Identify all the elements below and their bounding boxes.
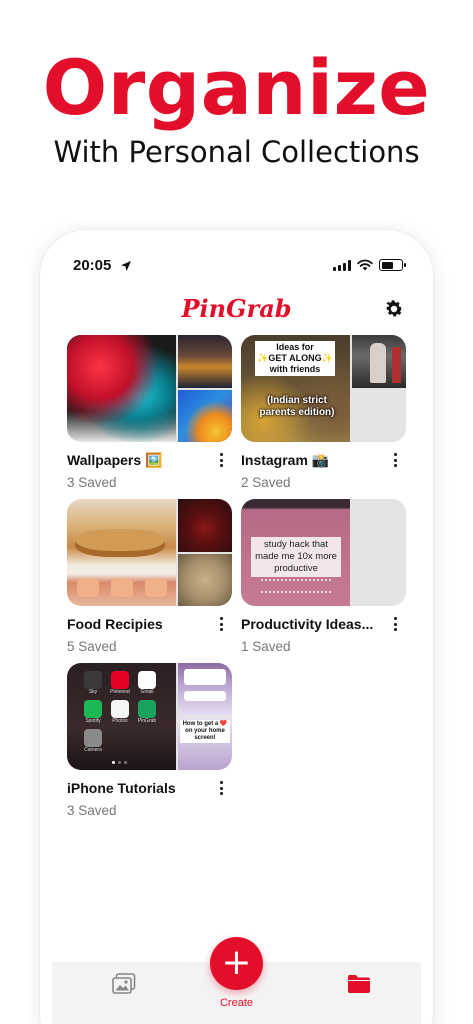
app-icon: PinGrab xyxy=(135,700,159,725)
app-icon: Spotify xyxy=(81,700,105,725)
empty-thumbnail-slot xyxy=(352,499,406,552)
empty-thumbnail-slot xyxy=(352,390,406,442)
wallpaper-image xyxy=(178,390,232,442)
app-icon-label: PinGrab xyxy=(137,718,157,724)
collection-thumbnail[interactable]: Ideas for ✨GET ALONG✨ with friends (Indi… xyxy=(241,335,406,442)
collection-thumbnail[interactable]: study hack that made me 10x more product… xyxy=(241,499,406,606)
collection-count: 2 Saved xyxy=(241,475,291,490)
collection-count: 5 Saved xyxy=(67,639,117,654)
battery-icon xyxy=(379,259,406,271)
iphone-screenshot-image xyxy=(178,663,232,716)
app-icon-label: Pinterest xyxy=(110,689,130,695)
image-gallery-icon[interactable] xyxy=(112,973,136,995)
app-title: PinGrab xyxy=(181,294,292,323)
empty-thumbnail-slot xyxy=(352,554,406,606)
promo-headline: Organize xyxy=(42,43,431,132)
instagram-overlay-text: (Indian strict xyxy=(266,395,327,406)
collection-card-food-recipies[interactable]: Food Recipies 5 Saved xyxy=(67,499,232,654)
collection-count: 1 Saved xyxy=(241,639,291,654)
app-icon: Camera xyxy=(81,729,105,754)
phone-frame: 20:05 PinGrab Wallpapers 🖼️ 3 Saved Idea… xyxy=(40,230,433,1024)
instagram-overlay-text: parents edition) xyxy=(259,407,335,418)
more-options-icon[interactable] xyxy=(216,451,226,469)
wallpaper-image xyxy=(178,335,232,388)
status-bar: 20:05 xyxy=(40,257,433,277)
app-icon-label: Spotify xyxy=(85,718,101,724)
instagram-image xyxy=(352,335,406,388)
collection-name: Productivity Ideas... xyxy=(241,616,374,632)
collection-thumbnail[interactable]: Sky Pinterest Gmail Spotify Photos PinGrab Cam… xyxy=(67,663,232,770)
folder-icon[interactable] xyxy=(347,974,371,994)
create-button[interactable]: + xyxy=(210,937,263,990)
app-icon-label: Gmail xyxy=(140,689,154,695)
iphone-screenshot-image: How to get a ❤️ on your home screen! xyxy=(178,718,232,770)
cellular-signal-icon xyxy=(333,259,351,271)
productivity-overlay-text: productive xyxy=(274,563,318,574)
collection-name: Instagram 📸 xyxy=(241,452,330,468)
collection-name: Food Recipies xyxy=(67,616,163,632)
app-icon-label: Sky xyxy=(88,689,98,695)
app-icon-label: Camera xyxy=(84,747,102,753)
app-icon-label: Photos xyxy=(112,718,128,724)
productivity-image: study hack that made me 10x more product… xyxy=(241,499,350,606)
productivity-overlay-text: study hack that xyxy=(264,539,328,550)
more-options-icon[interactable] xyxy=(390,615,400,633)
collection-card-instagram[interactable]: Ideas for ✨GET ALONG✨ with friends (Indi… xyxy=(241,335,406,490)
iphone-overlay-text: How to get a ❤️ on your home screen! xyxy=(180,720,230,743)
collection-thumbnail[interactable] xyxy=(67,335,232,442)
app-icon: Gmail xyxy=(135,671,159,696)
food-image xyxy=(178,499,232,552)
location-arrow-icon xyxy=(121,261,131,271)
instagram-image: Ideas for ✨GET ALONG✨ with friends (Indi… xyxy=(241,335,350,442)
collection-thumbnail[interactable] xyxy=(67,499,232,606)
instagram-overlay-text: Ideas for xyxy=(276,342,314,352)
gear-icon[interactable] xyxy=(383,298,405,320)
more-options-icon[interactable] xyxy=(216,779,226,797)
food-image xyxy=(178,554,232,606)
create-label: Create xyxy=(219,997,254,1009)
collection-card-productivity-ideas[interactable]: study hack that made me 10x more product… xyxy=(241,499,406,654)
collection-name: Wallpapers 🖼️ xyxy=(67,452,163,468)
collection-card-iphone-tutorials[interactable]: Sky Pinterest Gmail Spotify Photos PinGrab Cam… xyxy=(67,663,232,818)
collection-name: iPhone Tutorials xyxy=(67,780,176,796)
collection-card-wallpapers[interactable]: Wallpapers 🖼️ 3 Saved xyxy=(67,335,232,490)
collection-count: 3 Saved xyxy=(67,803,117,818)
status-time: 20:05 xyxy=(73,257,112,274)
more-options-icon[interactable] xyxy=(390,451,400,469)
promo-subheadline: With Personal Collections xyxy=(53,135,420,169)
app-icon: Photos xyxy=(108,700,132,725)
iphone-screenshot-image: Sky Pinterest Gmail Spotify Photos PinGrab Cam… xyxy=(67,663,176,770)
collection-count: 3 Saved xyxy=(67,475,117,490)
more-options-icon[interactable] xyxy=(216,615,226,633)
instagram-overlay-text: with friends xyxy=(269,364,321,374)
productivity-overlay-text: made me 10x more xyxy=(255,551,337,562)
wifi-icon xyxy=(357,259,373,271)
app-icon: Pinterest xyxy=(108,671,132,696)
plus-icon: + xyxy=(221,942,252,983)
instagram-overlay-text: ✨GET ALONG✨ xyxy=(257,353,333,363)
food-image xyxy=(67,499,176,606)
app-icon: Sky xyxy=(81,671,105,696)
wallpaper-image xyxy=(67,335,176,442)
